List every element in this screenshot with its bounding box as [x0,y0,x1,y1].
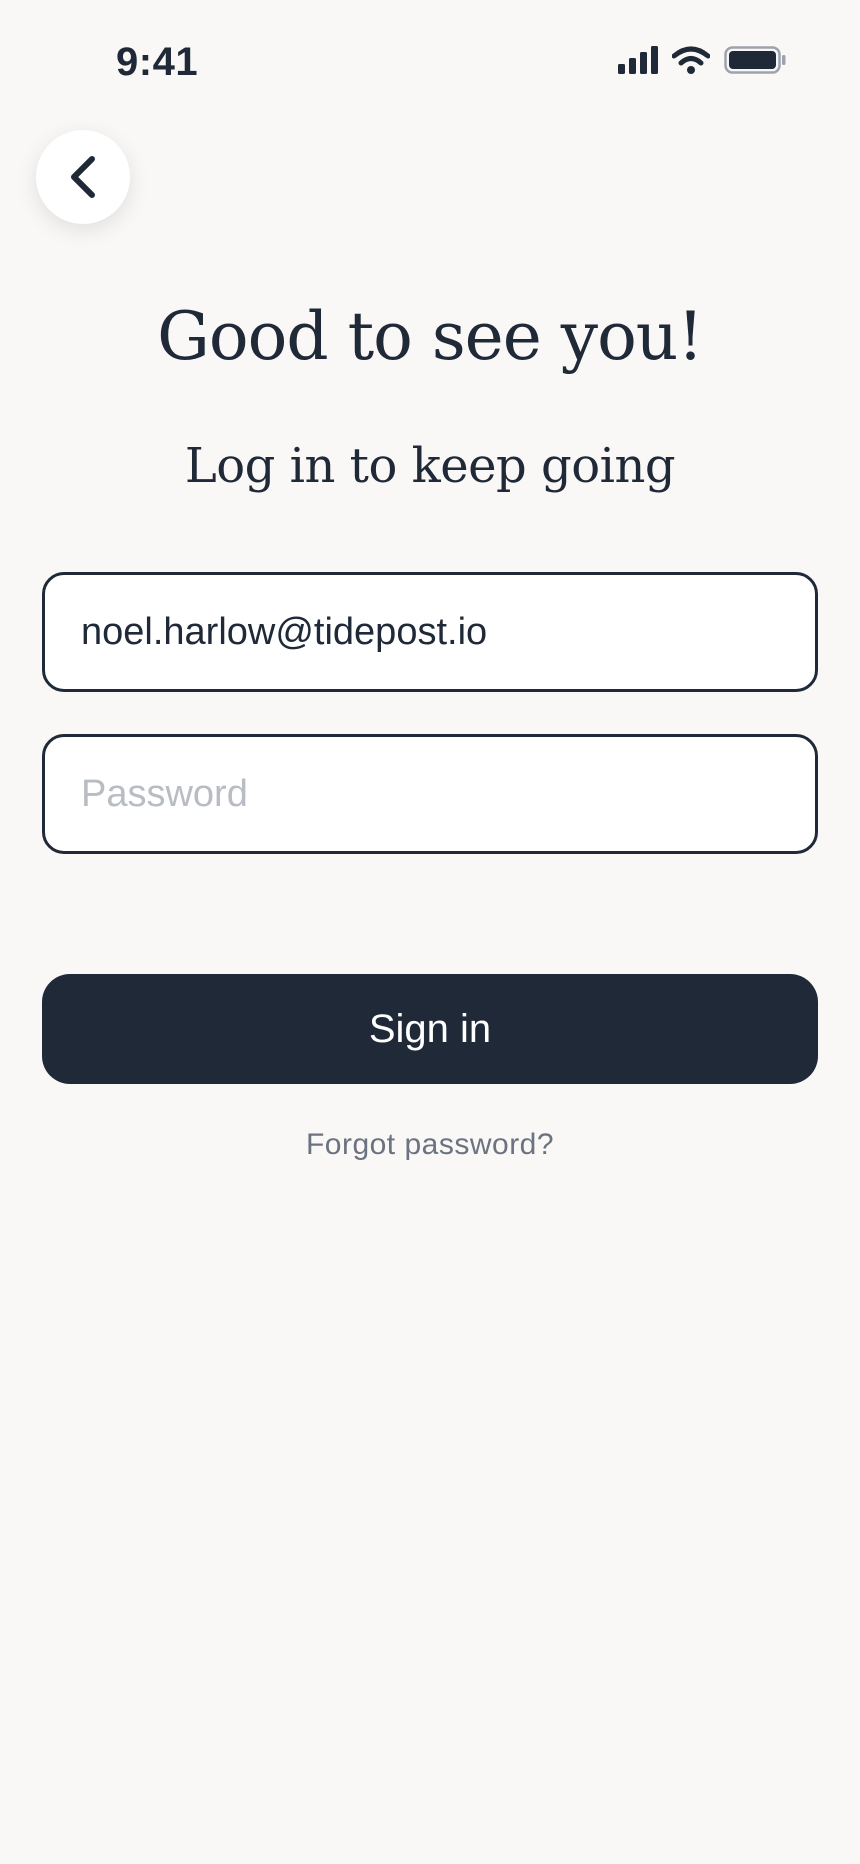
forgot-password-link[interactable]: Forgot password? [0,1128,860,1162]
status-bar: 9:41 [0,0,860,130]
wifi-icon [672,46,710,74]
cellular-signal-icon [618,46,658,74]
email-field[interactable] [42,572,818,692]
page-title: Good to see you! [157,298,704,375]
status-time: 9:41 [116,40,199,84]
status-icons [618,46,786,74]
password-field[interactable] [42,734,818,854]
battery-icon [724,46,786,74]
back-button[interactable] [36,130,130,224]
chevron-left-icon [71,156,95,198]
page-subtitle: Log in to keep going [184,438,676,494]
sign-in-button[interactable]: Sign in [42,974,818,1084]
